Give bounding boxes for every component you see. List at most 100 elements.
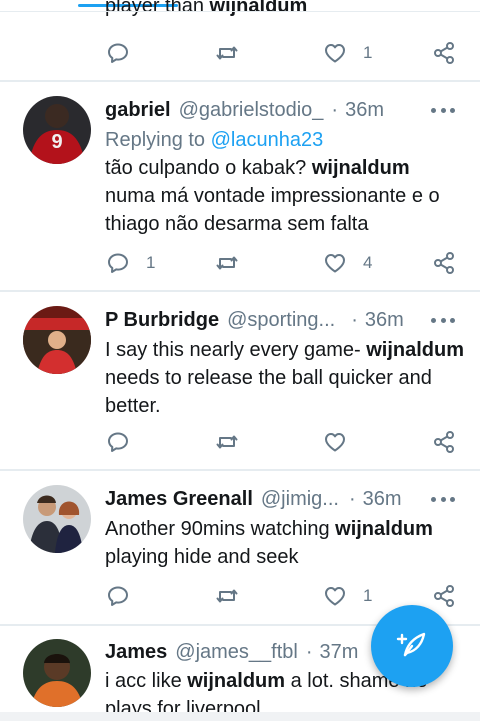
- retweet-icon: [214, 430, 240, 454]
- tweet-text: tão culpando o kabak? wijnaldum numa má …: [105, 154, 465, 238]
- avatar[interactable]: [23, 306, 91, 374]
- divider: [0, 469, 480, 471]
- separator-dot: ·: [348, 488, 356, 510]
- heart-icon: [323, 584, 347, 608]
- reply-button[interactable]: [106, 581, 146, 611]
- keyword-highlight: wijnaldum: [335, 518, 433, 540]
- display-name[interactable]: James: [105, 640, 167, 664]
- reply-icon: [106, 251, 130, 275]
- tweet-text: Another 90mins watching wijnaldum playin…: [105, 515, 465, 571]
- keyword-highlight: wijnaldum: [209, 0, 308, 17]
- avatar[interactable]: 9: [23, 96, 91, 164]
- like-count: 4: [363, 253, 373, 272]
- heart-icon: [323, 41, 347, 65]
- tweet-text-part: i acc like: [105, 670, 188, 692]
- tweet-text-part: needs to release the ball quicker and be…: [105, 367, 432, 417]
- heart-icon: [323, 251, 347, 275]
- like-count: 1: [363, 43, 373, 62]
- share-button[interactable]: [432, 38, 456, 68]
- divider: [0, 290, 480, 292]
- bottom-edge: [0, 712, 480, 721]
- tweet-text-part: numa má vontade impressionante e o thiag…: [105, 185, 440, 235]
- like-button[interactable]: 1: [323, 581, 372, 611]
- tweet-text-part: tão culpando o kabak?: [105, 157, 312, 179]
- share-icon: [432, 41, 456, 65]
- divider: [0, 80, 480, 82]
- svg-text:9: 9: [51, 131, 62, 153]
- keyword-highlight: wijnaldum: [187, 670, 286, 692]
- tweet-text-part: I say this nearly every game-: [105, 339, 367, 361]
- retweet-icon: [214, 41, 240, 65]
- timestamp: 36m: [364, 309, 404, 331]
- username[interactable]: @jimig...: [261, 487, 339, 511]
- like-button[interactable]: 1: [323, 38, 372, 68]
- tweet-content: P Burbridge @sporting... · 36m I say thi…: [105, 308, 465, 420]
- more-icon[interactable]: [431, 308, 455, 332]
- tweet-content: gabriel @gabrielstodio_ · 36m Replying t…: [105, 98, 465, 238]
- timestamp: 36m: [345, 99, 384, 121]
- compose-tweet-button[interactable]: [371, 605, 453, 687]
- share-button[interactable]: [432, 581, 456, 611]
- like-button[interactable]: 4: [323, 248, 372, 278]
- retweet-button[interactable]: [214, 248, 256, 278]
- tweet-text-part: Another 90mins watching: [105, 518, 336, 540]
- tweet-content: James Greenall @jimig... · 36m Another 9…: [105, 487, 465, 571]
- heart-icon: [323, 430, 347, 454]
- reply-icon: [106, 584, 130, 608]
- timestamp: 36m: [362, 488, 402, 510]
- timestamp: 37m: [319, 641, 359, 663]
- display-name[interactable]: James Greenall: [105, 487, 253, 511]
- tweet-header: P Burbridge @sporting... · 36m: [105, 308, 465, 332]
- tweet-actions: [0, 427, 480, 457]
- mention-link[interactable]: @lacunha23: [211, 129, 324, 151]
- keyword-highlight: wijnaldum: [366, 339, 465, 361]
- retweet-button[interactable]: [214, 427, 256, 457]
- display-name[interactable]: gabriel: [105, 98, 171, 122]
- partial-tweet-text: player than wijnaldum: [105, 0, 307, 18]
- separator-dot: ·: [351, 309, 358, 331]
- retweet-button[interactable]: [214, 38, 240, 68]
- avatar-image: [23, 639, 91, 707]
- share-button[interactable]: [432, 248, 456, 278]
- more-icon[interactable]: [431, 487, 455, 511]
- username[interactable]: @gabrielstodio_: [179, 98, 324, 122]
- retweet-icon: [214, 584, 240, 608]
- reply-icon: [106, 41, 130, 65]
- replying-to: Replying to @lacunha23: [105, 128, 465, 152]
- like-count: 1: [363, 586, 373, 605]
- reply-count: 1: [146, 253, 156, 272]
- separator-dot: ·: [331, 99, 339, 121]
- tweet-text: I say this nearly every game- wijnaldum …: [105, 336, 465, 420]
- avatar-image: [23, 306, 91, 374]
- more-icon[interactable]: [431, 98, 455, 122]
- tweet-text: player than: [105, 0, 210, 17]
- compose-tweet-icon: [396, 632, 426, 657]
- tweet-actions: 1: [0, 38, 480, 68]
- share-icon: [432, 584, 456, 608]
- display-name[interactable]: P Burbridge: [105, 308, 219, 332]
- tweet-actions: 1 4: [0, 248, 480, 278]
- separator-dot: ·: [305, 641, 313, 663]
- tweet-text-part: playing hide and seek: [105, 546, 299, 568]
- avatar[interactable]: [23, 485, 91, 553]
- reply-button[interactable]: 1: [106, 248, 155, 278]
- tweet-header: James Greenall @jimig... · 36m: [105, 487, 465, 511]
- retweet-icon: [214, 251, 240, 275]
- replying-label: Replying to: [105, 129, 211, 151]
- reply-icon: [106, 430, 130, 454]
- keyword-highlight: wijnaldum: [311, 157, 410, 179]
- share-icon: [432, 430, 456, 454]
- retweet-button[interactable]: [214, 581, 256, 611]
- divider: [0, 11, 480, 12]
- like-button[interactable]: [323, 427, 363, 457]
- reply-button[interactable]: [106, 38, 130, 68]
- avatar-image: [23, 485, 91, 553]
- username[interactable]: @sporting...: [227, 308, 335, 332]
- avatar[interactable]: [23, 639, 91, 707]
- share-icon: [432, 251, 456, 275]
- share-button[interactable]: [432, 427, 456, 457]
- tweet-header: gabriel @gabrielstodio_ · 36m: [105, 98, 465, 122]
- reply-button[interactable]: [106, 427, 146, 457]
- avatar-image: 9: [23, 96, 91, 164]
- username[interactable]: @james__ftbl: [175, 640, 298, 664]
